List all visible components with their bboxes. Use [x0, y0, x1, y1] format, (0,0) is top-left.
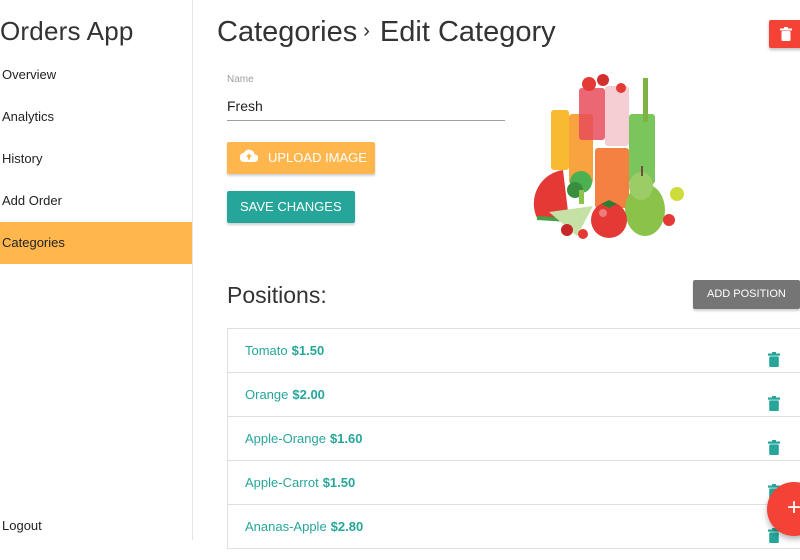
list-item[interactable]: Apple-Orange $1.60	[228, 417, 800, 461]
position-price: $2.00	[292, 387, 325, 402]
delete-category-button[interactable]	[769, 20, 800, 48]
position-price: $1.50	[291, 343, 325, 358]
list-item[interactable]: Tomato $1.50	[228, 329, 800, 373]
list-item[interactable]: Ananas-Apple $2.80	[228, 505, 800, 548]
position-name: Apple-Carrot	[245, 475, 319, 490]
sidebar-item-add-order[interactable]: Add Order	[0, 180, 192, 222]
name-field-label: Name	[227, 74, 254, 85]
sidebar-nav: Overview Analytics History Add Order Cat…	[0, 54, 192, 264]
sidebar-item-overview[interactable]: Overview	[0, 54, 192, 96]
app-title: Orders App	[0, 16, 134, 46]
plus-icon: +	[786, 494, 800, 521]
breadcrumb: Categories › Edit Category	[217, 16, 556, 49]
list-item[interactable]: Orange $2.00	[228, 373, 800, 417]
breadcrumb-separator: ›	[363, 20, 370, 42]
position-name: Orange	[245, 387, 289, 402]
category-image	[533, 74, 684, 239]
logout-link[interactable]: Logout	[2, 518, 42, 533]
trash-icon	[780, 27, 792, 46]
sidebar-item-categories[interactable]: Categories	[0, 222, 192, 264]
save-changes-button[interactable]: Save changes	[227, 191, 355, 223]
position-price: $2.80	[330, 519, 364, 534]
position-name: Ananas-Apple	[245, 519, 327, 534]
position-price: $1.50	[322, 475, 356, 490]
add-position-button[interactable]: Add position	[693, 280, 800, 309]
position-price: $1.60	[329, 431, 363, 446]
name-field[interactable]	[227, 92, 505, 121]
breadcrumb-parent[interactable]: Categories	[217, 16, 357, 48]
sidebar: Orders App Overview Analytics History Ad…	[0, 0, 193, 540]
upload-image-label: Upload image	[268, 150, 367, 165]
sidebar-item-history[interactable]: History	[0, 138, 192, 180]
position-name: Tomato	[245, 343, 288, 358]
sidebar-item-analytics[interactable]: Analytics	[0, 96, 192, 138]
positions-list: Tomato $1.50 Orange $2.00 Apple-Orange $1.6…	[227, 328, 800, 549]
upload-image-button[interactable]: Upload image	[227, 142, 375, 174]
positions-title: Positions:	[227, 282, 327, 308]
page-title: Edit Category	[379, 16, 556, 48]
position-name: Apple-Orange	[245, 431, 326, 446]
list-item[interactable]: Apple-Carrot $1.50	[228, 461, 800, 505]
main-content: Categories › Edit Category Name Upload ima…	[193, 0, 800, 549]
cloud-upload-icon	[239, 142, 259, 174]
